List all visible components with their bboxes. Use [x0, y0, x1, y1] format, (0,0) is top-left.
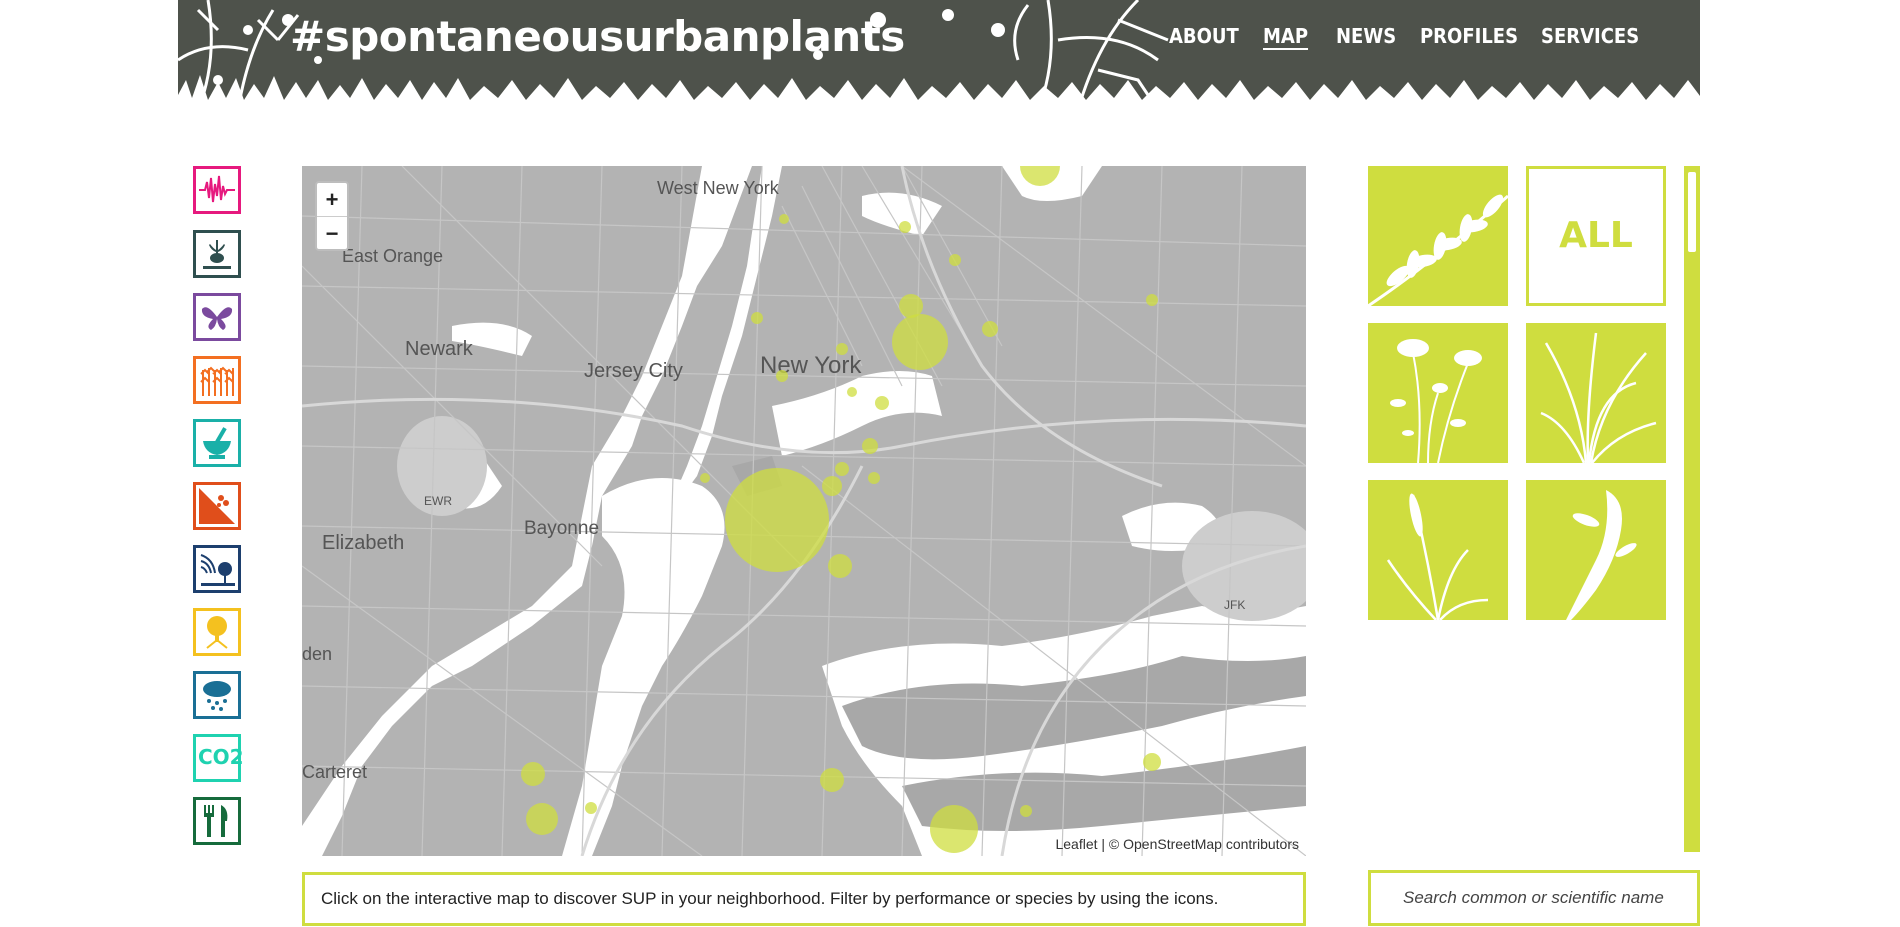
soil-erosion-icon [199, 488, 235, 524]
compound-leaf-icon [1368, 194, 1508, 306]
map-marker [892, 314, 948, 370]
performance-filter-pollinator[interactable] [193, 293, 241, 341]
map-marker [982, 321, 998, 337]
performance-filter-medicinal[interactable] [193, 419, 241, 467]
performance-filter-erosion[interactable] [193, 482, 241, 530]
map-marker [930, 805, 978, 853]
reed-icon [1386, 493, 1489, 620]
map-marker [836, 343, 848, 355]
map-marker [700, 473, 710, 483]
site-logo[interactable]: #spontaneousurbanplants [290, 12, 905, 61]
weed-icon [1566, 490, 1637, 620]
species-filter-all[interactable]: ALL [1526, 166, 1666, 306]
species-filter-grass[interactable] [1526, 323, 1666, 463]
nav-news[interactable]: NEWS [1336, 24, 1396, 48]
zoom-control: + − [315, 181, 349, 251]
map-marker [1146, 294, 1158, 306]
map-marker [779, 214, 789, 224]
map-marker [822, 476, 842, 496]
map-marker [1020, 805, 1032, 817]
map-marker [847, 387, 857, 397]
map-markers [521, 166, 1161, 853]
map-marker [899, 221, 911, 233]
map-marker [521, 762, 545, 786]
species-filter-reed[interactable] [1368, 480, 1508, 620]
grass-icon [1540, 332, 1657, 463]
map-marker [526, 803, 558, 835]
mortar-pestle-icon [203, 427, 231, 459]
grass-edge-decoration [178, 75, 1700, 110]
map-marker [899, 294, 923, 318]
performance-filter-crops[interactable] [193, 356, 241, 404]
map-marker [585, 802, 597, 814]
map-marker [828, 554, 852, 578]
map-marker [725, 468, 829, 572]
nav-profiles[interactable]: PROFILES [1420, 24, 1518, 48]
species-filter-queen-annes-lace[interactable] [1368, 323, 1508, 463]
zoom-in-button[interactable]: + [317, 183, 347, 216]
seismograph-icon [199, 175, 235, 203]
performance-filter-roots[interactable] [193, 230, 241, 278]
fork-knife-icon [204, 805, 228, 837]
map-attribution[interactable]: Leaflet | © OpenStreetMap contributors [1055, 836, 1299, 852]
nav-about[interactable]: ABOUT [1169, 24, 1239, 48]
performance-filter-carbon[interactable]: CO2 [193, 734, 244, 782]
species-scrollbar[interactable] [1684, 166, 1700, 852]
noise-tree-icon [200, 554, 235, 586]
species-search-input[interactable] [1368, 870, 1700, 926]
butterfly-icon [201, 307, 233, 330]
performance-filter-edible[interactable] [193, 797, 241, 845]
map-instructions: Click on the interactive map to discover… [302, 872, 1306, 926]
map-marker [835, 462, 849, 476]
rain-cloud-icon [203, 681, 231, 711]
map-marker [875, 396, 889, 410]
tree-shade-icon [206, 616, 228, 649]
species-filter-leaf[interactable] [1368, 166, 1508, 306]
umbel-flower-icon [1390, 339, 1482, 463]
zoom-out-button[interactable]: − [317, 216, 347, 250]
plant-roots-icon [203, 240, 231, 269]
map-marker [868, 472, 880, 484]
map-marker [776, 370, 788, 382]
performance-filter-shade[interactable] [193, 608, 241, 656]
performance-filter-noise[interactable] [193, 545, 241, 593]
species-filter-weed[interactable] [1526, 480, 1666, 620]
performance-filter-seismograph[interactable] [193, 166, 241, 214]
nav-map[interactable]: MAP [1263, 24, 1308, 48]
map-marker [820, 768, 844, 792]
map-marker [862, 438, 878, 454]
interactive-map[interactable]: West New York East Orange Newark Jersey … [302, 166, 1306, 856]
map-marker [1143, 753, 1161, 771]
map-marker [1020, 166, 1060, 186]
nav-services[interactable]: SERVICES [1541, 24, 1639, 48]
map-marker [751, 312, 763, 324]
co2-icon: CO2 [198, 745, 244, 769]
scrollbar-thumb[interactable] [1688, 172, 1696, 252]
map-marker [949, 254, 961, 266]
performance-filter-stormwater[interactable] [193, 671, 241, 719]
crop-field-icon [200, 366, 234, 396]
